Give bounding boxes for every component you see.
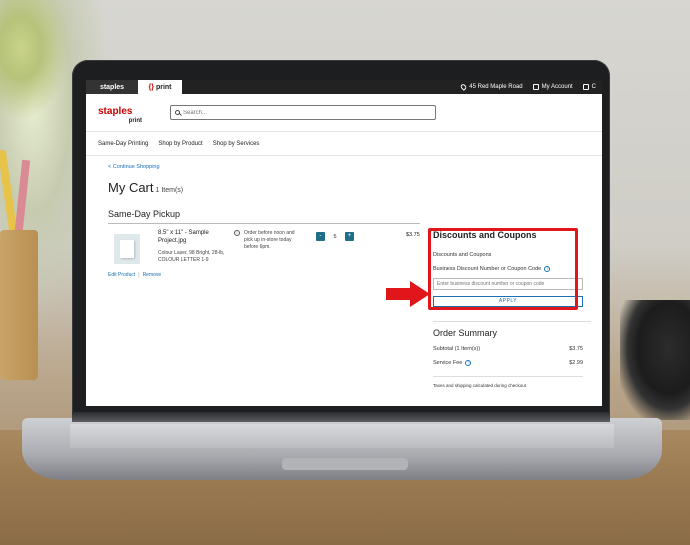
link-separator: | bbox=[138, 272, 140, 278]
top-bar-right: 45 Red Maple Road My Account C bbox=[459, 80, 596, 94]
nav-shop-by-product[interactable]: Shop by Product bbox=[158, 141, 202, 147]
staples-tab[interactable]: staples bbox=[86, 80, 138, 94]
store-location[interactable]: 45 Red Maple Road bbox=[459, 83, 523, 91]
nav-same-day-printing[interactable]: Same-Day Printing bbox=[98, 141, 148, 147]
main-nav: Same-Day Printing Shop by Product Shop b… bbox=[86, 132, 602, 156]
service-fee-label-group: Service Fee ? bbox=[433, 360, 472, 366]
cart-title-text: My Cart bbox=[108, 180, 154, 195]
discounts-subheading: Discounts and Coupons bbox=[433, 252, 492, 258]
laptop-hinge bbox=[72, 412, 610, 422]
logo-sub: print bbox=[128, 117, 142, 124]
quantity-stepper: - 5 + bbox=[316, 232, 354, 241]
product-description: Colour Laser, 98 Bright, 28-lb, COLOUR L… bbox=[158, 250, 225, 263]
service-fee-value: $2.99 bbox=[569, 360, 583, 366]
print-tab[interactable]: {} print bbox=[138, 80, 182, 94]
account-icon bbox=[532, 84, 539, 90]
coupon-info-icon[interactable]: ? bbox=[544, 266, 551, 272]
top-bar: staples {} print 45 Red Maple Road My Ac… bbox=[86, 80, 602, 94]
keyboard-deck bbox=[70, 424, 614, 448]
apply-button[interactable]: APPLY bbox=[433, 296, 583, 307]
item-actions: Edit Product | Remove bbox=[108, 272, 161, 278]
pickup-note: Order before noon and pick up in-store t… bbox=[244, 230, 295, 250]
print-logo-icon: {} bbox=[148, 83, 154, 91]
logo-word: staples bbox=[98, 105, 133, 117]
quantity-value[interactable]: 5 bbox=[329, 234, 341, 240]
increase-quantity-button[interactable]: + bbox=[345, 232, 354, 241]
my-account-label: My Account bbox=[541, 84, 573, 90]
search-box[interactable] bbox=[170, 105, 436, 120]
order-summary-heading: Order Summary bbox=[433, 321, 591, 338]
annotation-arrow-icon bbox=[386, 281, 430, 307]
subtotal-row: Subtotal (1 Item(s)) $3.75 bbox=[433, 346, 583, 352]
remove-link[interactable]: Remove bbox=[143, 272, 162, 278]
background-plant bbox=[0, 0, 70, 120]
cart-item-count: 1 Item(s) bbox=[155, 187, 184, 194]
continue-shopping-link[interactable]: < Continue Shopping bbox=[108, 164, 580, 170]
print-tab-label: print bbox=[155, 83, 172, 91]
cart-item: 8.5" x 11" - Sample Project.jpg Colour L… bbox=[108, 224, 420, 284]
cart-icon bbox=[582, 84, 589, 90]
staples-print-logo[interactable]: staples print bbox=[98, 102, 158, 124]
product-name[interactable]: 8.5" x 11" - Sample Project.jpg bbox=[158, 230, 224, 245]
search-input[interactable] bbox=[183, 109, 423, 116]
coupon-code-input[interactable] bbox=[433, 278, 583, 290]
search-icon[interactable] bbox=[175, 110, 180, 115]
edit-product-link[interactable]: Edit Product bbox=[108, 272, 135, 278]
discounts-heading: Discounts and Coupons bbox=[433, 230, 537, 240]
camera-lens bbox=[620, 300, 690, 420]
tax-note: Taxes and shipping calculated during che… bbox=[433, 376, 583, 388]
page-title: My Cart 1 Item(s) bbox=[108, 180, 580, 195]
site-header: staples print bbox=[86, 94, 602, 132]
service-fee-row: Service Fee ? $2.99 bbox=[433, 360, 583, 366]
coupon-field-label: Business Discount Number or Coupon Code … bbox=[433, 266, 591, 272]
cart-label: C bbox=[591, 84, 596, 90]
same-day-pickup-heading: Same-Day Pickup bbox=[108, 209, 420, 224]
store-address: 45 Red Maple Road bbox=[469, 84, 523, 90]
product-thumbnail[interactable] bbox=[114, 234, 140, 264]
my-account-link[interactable]: My Account bbox=[532, 84, 573, 90]
info-icon: i bbox=[234, 230, 240, 236]
cart-link[interactable]: C bbox=[582, 84, 596, 90]
decrease-quantity-button[interactable]: - bbox=[316, 232, 325, 241]
cart-sidebar: Discounts and Coupons Discounts and Coup… bbox=[433, 230, 591, 388]
subtotal-value: $3.75 bbox=[569, 346, 583, 352]
trackpad bbox=[282, 458, 408, 470]
nav-shop-by-services[interactable]: Shop by Services bbox=[213, 141, 260, 147]
coupon-field-label-text: Business Discount Number or Coupon Code bbox=[433, 266, 542, 272]
service-fee-info-icon[interactable]: ? bbox=[465, 360, 472, 366]
item-price: $3.75 bbox=[406, 232, 420, 238]
service-fee-label: Service Fee bbox=[433, 360, 463, 366]
subtotal-label: Subtotal (1 Item(s)) bbox=[433, 346, 481, 352]
pencil-cup bbox=[0, 230, 38, 380]
location-pin-icon bbox=[459, 83, 468, 91]
laptop-screen: staples {} print 45 Red Maple Road My Ac… bbox=[86, 80, 602, 406]
